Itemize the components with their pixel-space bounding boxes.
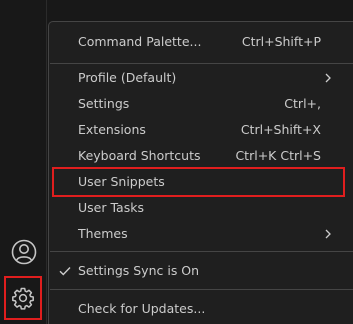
accounts-button[interactable]	[9, 237, 39, 267]
menu-item-label: Settings	[78, 96, 130, 111]
menu-item-keybinding: Ctrl+Shift+P	[241, 34, 321, 49]
menu-item-keybinding: Ctrl+,	[284, 96, 321, 111]
menu-item-user-tasks[interactable]: User Tasks	[49, 195, 353, 221]
menu-separator	[50, 289, 353, 290]
menu-item-extensions[interactable]: Extensions Ctrl+Shift+X	[49, 117, 353, 143]
chevron-right-icon	[325, 73, 331, 83]
menu-item-keybinding: Ctrl+Shift+X	[240, 122, 321, 137]
menu-item-label: User Tasks	[78, 200, 144, 215]
chevron-right-icon	[325, 229, 331, 239]
menu-item-themes[interactable]: Themes	[49, 221, 353, 247]
menu-item-command-palette[interactable]: Command Palette... Ctrl+Shift+P	[49, 29, 353, 55]
menu-item-label: Profile (Default)	[78, 70, 177, 85]
menu-item-label: Keyboard Shortcuts	[78, 148, 201, 163]
menu-item-label: Settings Sync is On	[78, 263, 200, 278]
check-icon	[59, 267, 71, 276]
menu-item-label: Extensions	[78, 122, 146, 137]
gear-icon	[12, 287, 34, 310]
menu-item-settings-sync[interactable]: Settings Sync is On	[49, 258, 353, 284]
menu-separator	[50, 63, 353, 64]
workbench: Command Palette... Ctrl+Shift+P Profile …	[0, 0, 353, 324]
manage-context-menu: Command Palette... Ctrl+Shift+P Profile …	[48, 21, 353, 324]
menu-item-label: Check for Updates...	[78, 301, 206, 316]
menu-item-profile[interactable]: Profile (Default)	[49, 65, 353, 91]
manage-button[interactable]	[4, 276, 42, 320]
menu-item-keybinding: Ctrl+K Ctrl+S	[235, 148, 321, 163]
menu-separator	[50, 251, 353, 252]
menu-item-settings[interactable]: Settings Ctrl+,	[49, 91, 353, 117]
activity-bar	[0, 0, 47, 324]
highlight-box	[52, 167, 345, 197]
account-icon	[11, 239, 37, 265]
menu-item-keyboard-shortcuts[interactable]: Keyboard Shortcuts Ctrl+K Ctrl+S	[49, 143, 353, 169]
menu-item-check-for-updates[interactable]: Check for Updates...	[49, 296, 353, 322]
menu-item-label: Themes	[78, 226, 128, 241]
menu-item-label: Command Palette...	[78, 34, 202, 49]
